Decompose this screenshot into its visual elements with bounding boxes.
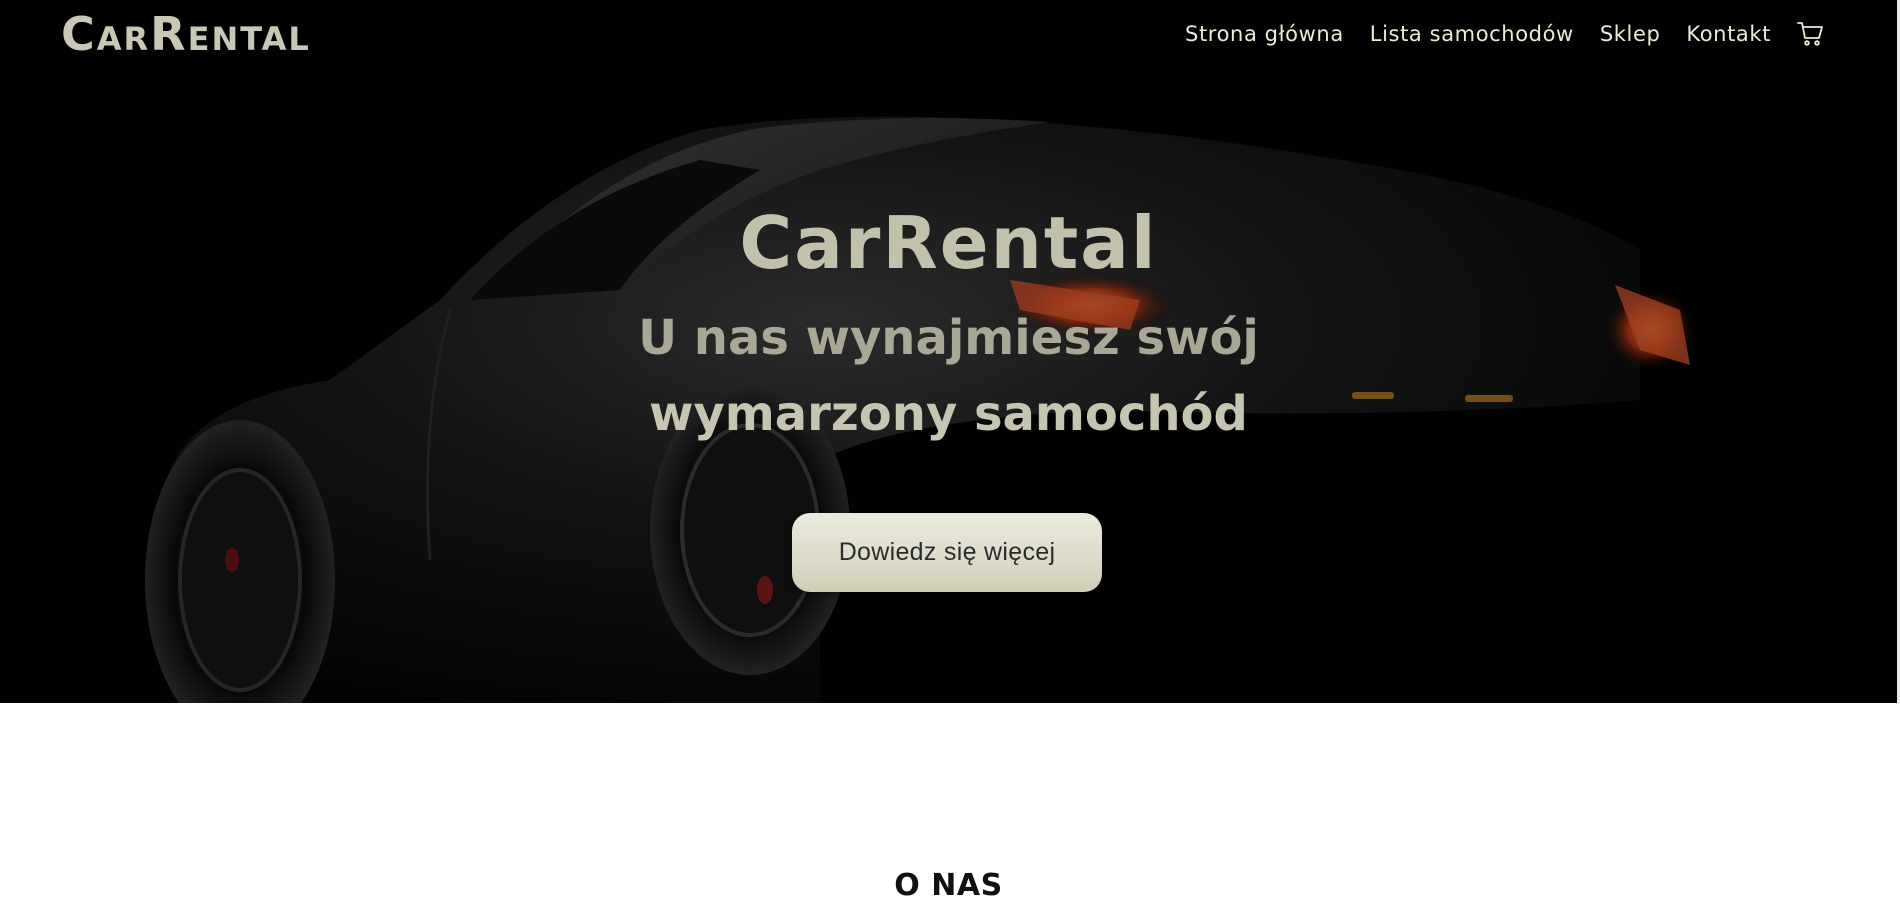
site-logo[interactable]: CarRental (61, 8, 311, 60)
hero-section: CarRental Strona główna Lista samochodów… (0, 0, 1897, 703)
hero-subtitle-line-1: U nas wynajmiesz swój (638, 310, 1259, 366)
navbar: CarRental Strona główna Lista samochodów… (0, 0, 1897, 70)
hero-subtitle-line-2: wymarzony samochód (649, 386, 1248, 442)
nav-link-shop[interactable]: Sklep (1600, 20, 1661, 48)
hero-title: CarRental (739, 201, 1158, 285)
nav-menu: Strona główna Lista samochodów Sklep Kon… (1159, 20, 1823, 48)
page: CarRental Strona główna Lista samochodów… (0, 0, 1900, 898)
shopping-cart-icon[interactable] (1797, 21, 1823, 47)
nav-link-home[interactable]: Strona główna (1185, 20, 1344, 48)
nav-link-contact[interactable]: Kontakt (1686, 20, 1771, 48)
nav-link-car-list[interactable]: Lista samochodów (1370, 20, 1574, 48)
learn-more-button[interactable]: Dowiedz się więcej (792, 513, 1102, 592)
hero-subtitle: U nas wynajmiesz swój wymarzony samochód (0, 300, 1897, 452)
about-heading: O NAS (894, 868, 1003, 898)
